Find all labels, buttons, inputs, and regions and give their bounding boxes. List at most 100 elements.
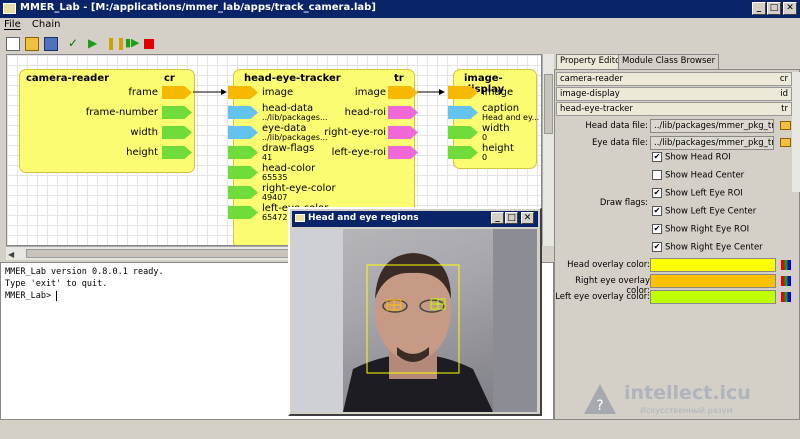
graph-vertical-scrollbar[interactable] [542, 54, 554, 246]
module-row-image-display[interactable]: image-display id [556, 87, 792, 101]
output-pin-left-eye-roi[interactable] [388, 146, 418, 159]
checkbox-label: Show Right Eye Center [665, 242, 763, 253]
input-pin-draw-flags[interactable] [228, 146, 258, 159]
checkbox-label: Show Head ROI [665, 152, 731, 163]
prompt-text: MMER_Lab> [5, 291, 57, 301]
minimize-button[interactable]: _ [752, 2, 766, 15]
output-pin-image[interactable] [388, 86, 418, 99]
input-pin-left-eye-color[interactable] [228, 206, 258, 219]
menu-file[interactable]: File [4, 19, 21, 30]
video-window[interactable]: Head and eye regions _ □ ✕ [288, 207, 542, 416]
input-pin-width[interactable] [448, 126, 478, 139]
input-value: 49407 [262, 193, 288, 202]
video-title-bar[interactable]: Head and eye regions _ □ ✕ [292, 211, 538, 227]
color-picker-icon[interactable] [781, 276, 791, 286]
new-icon[interactable] [6, 37, 20, 51]
input-value: 41 [262, 153, 273, 162]
open-icon[interactable] [25, 37, 39, 51]
checkbox-label: Show Head Center [665, 170, 745, 181]
module-row-head-eye-tracker[interactable]: head-eye-tracker tr [556, 102, 792, 116]
checkbox-show-left-eye-center[interactable]: ✔ Show Left Eye Center [652, 206, 756, 217]
checkbox-box[interactable]: ✔ [652, 224, 662, 234]
tab-module-class-browser[interactable]: Module Class Browser [618, 54, 720, 69]
pause-icon[interactable]: ❚❚ [106, 37, 126, 51]
input-value: 0 [482, 153, 488, 162]
folder-icon[interactable] [780, 121, 791, 130]
checkbox-box[interactable] [652, 170, 662, 180]
play-icon[interactable]: ▶ [88, 37, 102, 51]
maximize-button[interactable]: □ [767, 2, 781, 15]
checkbox-show-head-roi[interactable]: ✔ Show Head ROI [652, 152, 731, 163]
output-pin-head-roi[interactable] [388, 106, 418, 119]
output-label: image [354, 87, 386, 98]
input-pin-caption[interactable] [448, 106, 478, 119]
video-close-button[interactable]: ✕ [521, 212, 534, 224]
folder-icon[interactable] [780, 138, 791, 147]
checkbox-box[interactable]: ✔ [652, 242, 662, 252]
menu-bar: File Chain [0, 18, 800, 34]
link-arrow [439, 89, 445, 95]
status-bar [0, 422, 800, 439]
module-image-display[interactable]: image-display image caption Head and ey.… [448, 69, 540, 169]
color-picker-icon[interactable] [781, 292, 791, 302]
overlay-color-swatch[interactable] [650, 274, 776, 288]
checkbox-box[interactable]: ✔ [652, 152, 662, 162]
app-icon [3, 3, 16, 14]
checkbox-label: Show Right Eye ROI [665, 224, 750, 235]
checkbox-show-right-eye-roi[interactable]: ✔ Show Right Eye ROI [652, 224, 749, 235]
background-door [493, 229, 537, 412]
stop-icon[interactable] [144, 39, 154, 49]
input-value: Head and ey... [482, 113, 540, 122]
checkbox-show-left-eye-roi[interactable]: ✔ Show Left Eye ROI [652, 188, 743, 199]
input-pin-eye-data[interactable] [228, 126, 258, 139]
checkbox-label: Show Left Eye ROI [665, 188, 743, 199]
module-row-name: image-display [560, 89, 620, 99]
checkbox-box[interactable]: ✔ [652, 188, 662, 198]
menu-chain[interactable]: Chain [32, 19, 61, 30]
eye-data-label: Eye data file: [592, 138, 648, 148]
checkbox-box[interactable]: ✔ [652, 206, 662, 216]
input-pin-height[interactable] [448, 146, 478, 159]
input-label: image [482, 87, 514, 98]
scroll-left-icon[interactable]: ◀ [8, 250, 14, 259]
module-row-abbr: tr [781, 104, 788, 114]
overlay-color-swatch[interactable] [650, 290, 776, 304]
overlay-color-swatch[interactable] [650, 258, 776, 272]
watermark-tagline: Искусственный разум [640, 406, 733, 415]
eye-data-field[interactable]: ../lib/packages/mmer_pkg_tracki [650, 136, 774, 150]
watermark-domain: intellect.icu [624, 382, 751, 404]
input-value: 65472 [262, 213, 288, 222]
checkbox-show-right-eye-center[interactable]: ✔ Show Right Eye Center [652, 242, 763, 253]
input-pin-right-eye-color[interactable] [228, 186, 258, 199]
module-row-name: head-eye-tracker [560, 104, 633, 114]
head-data-field[interactable]: ../lib/packages/mmer_pkg_tracki [650, 119, 774, 133]
face-illustration [293, 229, 537, 412]
color-picker-icon[interactable] [781, 260, 791, 270]
scroll-thumb[interactable] [544, 74, 553, 134]
step-icon[interactable]: ▮▶ [125, 37, 140, 51]
input-value: 0 [482, 133, 488, 142]
close-button[interactable]: ✕ [783, 2, 797, 15]
output-label: right-eye-roi [324, 127, 386, 138]
toolbar: ✓ ▶ ❚❚ ▮▶ [0, 34, 800, 54]
watermark: ? intellect.icu Искусственный разум [582, 380, 800, 422]
overlay-color-label: Left eye overlay color: [555, 292, 650, 302]
input-pin-image[interactable] [228, 86, 258, 99]
input-pin-head-data[interactable] [228, 106, 258, 119]
video-maximize-button[interactable]: □ [505, 212, 518, 224]
svg-text:?: ? [596, 398, 603, 414]
video-minimize-button[interactable]: _ [491, 212, 504, 224]
check-icon[interactable]: ✓ [68, 37, 82, 51]
input-pin-head-color[interactable] [228, 166, 258, 179]
save-icon[interactable] [44, 37, 58, 51]
checkbox-show-head-center[interactable]: Show Head Center [652, 170, 744, 181]
module-row-camera-reader[interactable]: camera-reader cr [556, 72, 792, 86]
overlay-color-label: Head overlay color: [567, 260, 650, 270]
panel-scrollbar[interactable] [792, 72, 800, 192]
module-row-abbr: cr [779, 74, 788, 84]
head-data-label: Head data file: [585, 121, 648, 131]
window-title: MMER_Lab - [M:/applications/mmer_lab/app… [20, 2, 376, 13]
output-label: left-eye-roi [331, 147, 386, 158]
background-wall [293, 229, 343, 412]
output-pin-right-eye-roi[interactable] [388, 126, 418, 139]
